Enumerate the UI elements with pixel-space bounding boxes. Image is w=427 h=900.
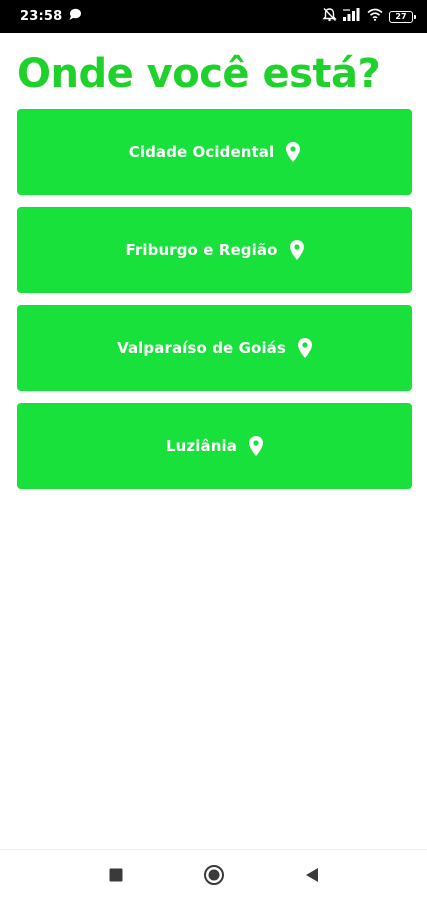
map-pin-icon xyxy=(289,240,304,260)
location-label: Cidade Ocidental xyxy=(128,143,275,161)
map-pin-icon xyxy=(248,436,263,456)
signal-icon xyxy=(343,7,361,26)
recents-square-icon[interactable] xyxy=(104,863,128,887)
location-button-cidade-ocidental[interactable]: Cidade Ocidental xyxy=(17,109,412,195)
map-pin-icon xyxy=(286,142,301,162)
system-nav-bar xyxy=(0,849,427,900)
location-label: Friburgo e Região xyxy=(125,241,278,259)
location-button-friburgo-e-regiao[interactable]: Friburgo e Região xyxy=(17,207,412,293)
home-circle-icon[interactable] xyxy=(202,863,226,887)
location-list: Cidade Ocidental Friburgo e Região Valpa… xyxy=(17,109,412,501)
status-left: 23:58 xyxy=(20,8,82,26)
status-right: 27 xyxy=(322,7,416,27)
location-button-valparaiso-de-goias[interactable]: Valparaíso de Goiás xyxy=(17,305,412,391)
status-bar: 23:58 27 xyxy=(0,0,427,33)
map-pin-icon xyxy=(297,338,312,358)
chat-bubble-icon xyxy=(68,8,82,26)
status-time: 23:58 xyxy=(20,9,63,24)
location-button-luziania[interactable]: Luziânia xyxy=(17,403,412,489)
wifi-icon xyxy=(367,8,383,26)
alarm-off-icon xyxy=(322,7,337,27)
location-label: Valparaíso de Goiás xyxy=(117,339,286,357)
app-screen: 23:58 27 Onde você está? Cidade Ocidenta… xyxy=(0,0,427,900)
page-title: Onde você está? xyxy=(17,51,381,97)
back-triangle-icon[interactable] xyxy=(300,863,324,887)
battery-level: 27 xyxy=(395,11,407,21)
location-label: Luziânia xyxy=(166,437,237,455)
battery-icon: 27 xyxy=(389,10,416,23)
